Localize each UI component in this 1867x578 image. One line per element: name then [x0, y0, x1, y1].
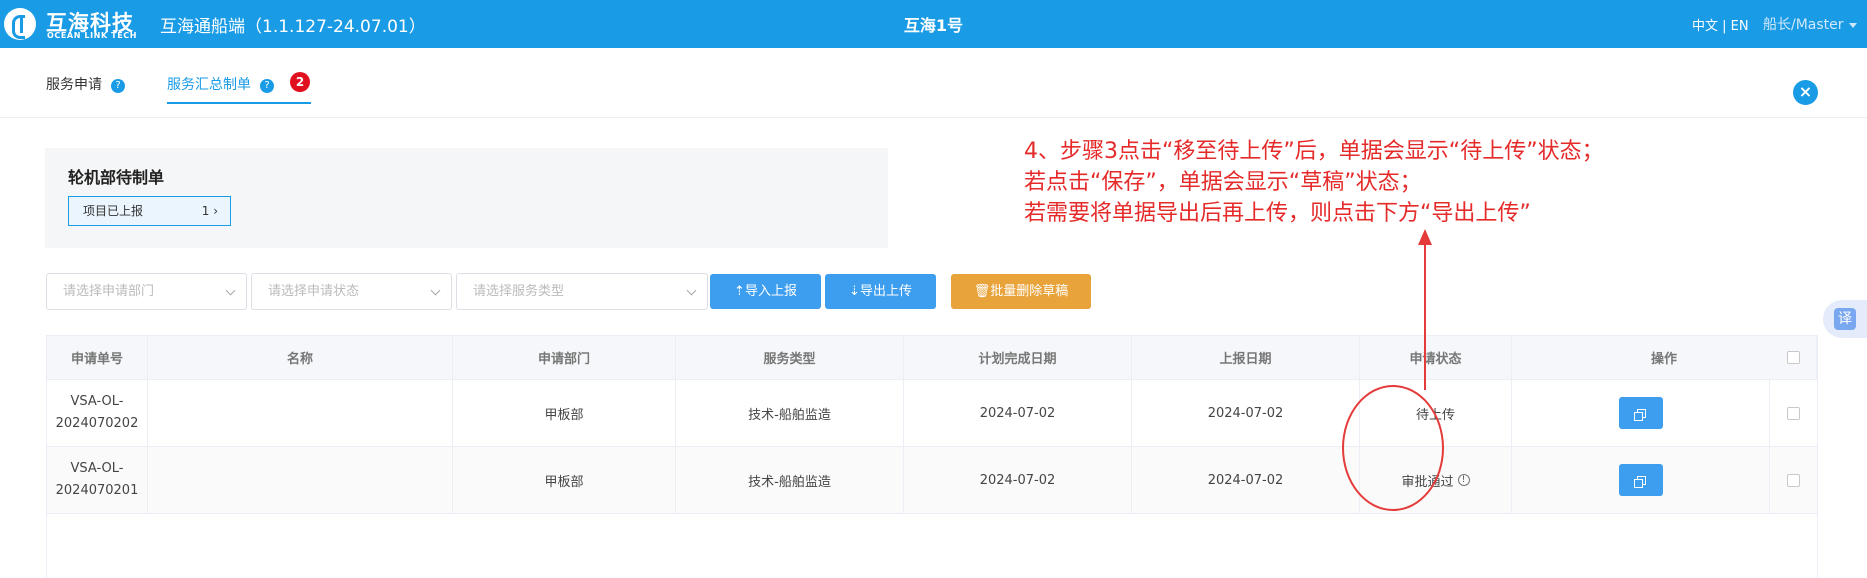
table-row: VSA-OL-2024070202 甲板部 技术-船舶监造 2024-07-02…: [47, 380, 1817, 447]
annotation-line: 若点击“保存”，单据会显示“草稿”状态；: [1024, 170, 1422, 195]
app-title: 互海通船端（1.1.127-24.07.01）: [160, 17, 426, 37]
help-icon[interactable]: ?: [260, 79, 274, 93]
request-name: [148, 380, 453, 446]
import-report-button[interactable]: ⇡导入上报: [710, 274, 821, 309]
chevron-down-icon: [686, 285, 697, 296]
table-header: 申请单号 名称 申请部门 服务类型 计划完成日期 上报日期 申请状态 操作: [47, 336, 1817, 380]
select-all-cell: [1770, 336, 1817, 379]
annotation-highlight-ellipse: [1342, 385, 1444, 511]
caret-down-icon: [1848, 22, 1857, 28]
action-cell: [1512, 447, 1770, 513]
user-menu[interactable]: 船长/Master: [1763, 14, 1857, 34]
requests-table: 申请单号 名称 申请部门 服务类型 计划完成日期 上报日期 申请状态 操作 VS…: [46, 335, 1818, 578]
status-placeholder: 请选择申请状态: [268, 284, 360, 299]
logo-text-en: OCEAN LINK TECH: [47, 31, 138, 40]
tab-bar: 服务申请? 服务汇总制单?: [0, 48, 1867, 118]
close-icon[interactable]: ×: [1793, 80, 1818, 105]
column-header: 上报日期: [1132, 336, 1360, 379]
translate-icon: 译: [1834, 308, 1856, 330]
annotation-arrow-head-icon: [1418, 229, 1432, 245]
row-checkbox[interactable]: [1787, 406, 1800, 420]
row-checkbox[interactable]: [1787, 473, 1800, 487]
chevron-down-icon: [225, 285, 236, 296]
copy-button[interactable]: [1618, 397, 1663, 429]
top-header: 互海科技 OCEAN LINK TECH 互海通船端（1.1.127-24.07…: [0, 0, 1867, 48]
plan-date: 2024-07-02: [904, 447, 1132, 513]
reported-items-chip[interactable]: 项目已上报 1 ›: [68, 196, 231, 226]
export-upload-button[interactable]: ⇣导出上传: [825, 274, 936, 309]
plan-date: 2024-07-02: [904, 380, 1132, 446]
annotation-line: 4、步骤3点击“移至待上传”后，单据会显示“待上传”状态；: [1024, 139, 1604, 164]
action-cell: [1512, 380, 1770, 446]
column-header: 计划完成日期: [904, 336, 1132, 379]
column-header: 服务类型: [676, 336, 904, 379]
status-select[interactable]: 请选择申请状态: [251, 273, 452, 310]
service-type-select[interactable]: 请选择服务类型: [456, 273, 708, 310]
table-row: VSA-OL-2024070201 甲板部 技术-船舶监造 2024-07-02…: [47, 447, 1817, 514]
dept-select[interactable]: 请选择申请部门: [46, 273, 247, 310]
column-header: 申请状态: [1360, 336, 1512, 379]
dept-placeholder: 请选择申请部门: [63, 284, 155, 299]
select-all-checkbox[interactable]: [1787, 351, 1800, 364]
summary-panel: 轮机部待制单 项目已上报 1 ›: [45, 148, 888, 248]
help-icon[interactable]: ?: [111, 79, 125, 93]
department: 甲板部: [453, 447, 676, 513]
report-date: 2024-07-02: [1132, 447, 1360, 513]
row-select-cell: [1770, 447, 1817, 513]
request-number: VSA-OL-2024070202: [47, 380, 148, 446]
annotation-arrow-line: [1424, 240, 1426, 390]
chip-count: 1 ›: [201, 204, 218, 218]
service-type: 技术-船舶监造: [676, 447, 904, 513]
tab-service-request[interactable]: 服务申请?: [46, 74, 125, 104]
info-icon[interactable]: !: [1457, 474, 1470, 486]
copy-button[interactable]: [1618, 464, 1663, 496]
batch-delete-label: 批量删除草稿: [990, 284, 1069, 299]
company-logo-icon: [4, 8, 36, 40]
language-switch[interactable]: 中文 | EN: [1692, 15, 1749, 34]
batch-delete-drafts-button[interactable]: 🗑批量删除草稿: [951, 274, 1091, 309]
column-header: 申请部门: [453, 336, 676, 379]
chevron-right-icon: ›: [213, 204, 218, 218]
report-date: 2024-07-02: [1132, 380, 1360, 446]
chip-label: 项目已上报: [83, 204, 144, 218]
service-placeholder: 请选择服务类型: [473, 284, 565, 299]
count-badge: 2: [290, 72, 310, 92]
translate-widget[interactable]: 译: [1823, 300, 1867, 338]
service-type: 技术-船舶监造: [676, 380, 904, 446]
trash-icon: 🗑: [973, 284, 991, 299]
row-select-cell: [1770, 380, 1817, 446]
department: 甲板部: [453, 380, 676, 446]
chevron-down-icon: [430, 285, 441, 296]
tab-label: 服务汇总制单: [167, 77, 251, 93]
column-header: 申请单号: [47, 336, 148, 379]
annotation-line: 若需要将单据导出后再上传，则点击下方“导出上传”: [1024, 201, 1531, 226]
summary-title: 轮机部待制单: [68, 168, 165, 187]
user-name: 船长/Master: [1763, 17, 1844, 33]
request-name: [148, 447, 453, 513]
column-header: 名称: [148, 336, 453, 379]
instruction-annotation: 4、步骤3点击“移至待上传”后，单据会显示“待上传”状态； 若点击“保存”，单据…: [1024, 136, 1604, 229]
tab-label: 服务申请: [46, 77, 102, 93]
request-number: VSA-OL-2024070201: [47, 447, 148, 513]
